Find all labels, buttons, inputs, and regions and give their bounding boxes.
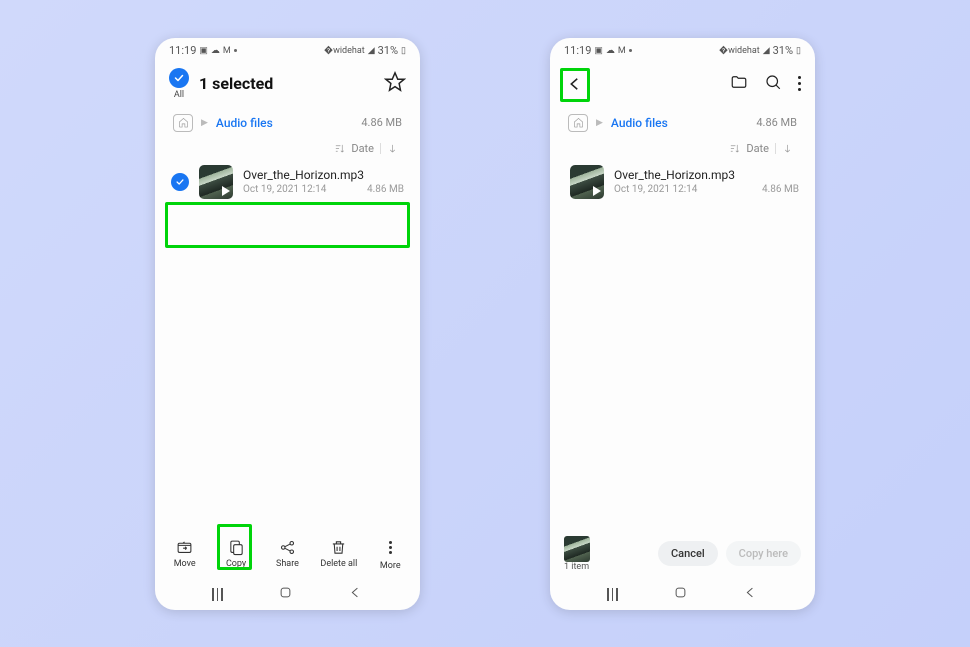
picture-icon: ▣ xyxy=(594,46,603,56)
chevron-right-icon: ▶ xyxy=(201,118,208,128)
all-label: All xyxy=(174,90,184,100)
selection-header: All 1 selected xyxy=(155,60,420,108)
status-time: 11:19 xyxy=(169,44,196,57)
file-meta: Over_the_Horizon.mp3 Oct 19, 2021 12:14 … xyxy=(243,168,404,195)
nav-bar xyxy=(155,580,420,610)
cloud-icon: ☁ xyxy=(606,46,615,56)
divider xyxy=(380,143,381,154)
delete-button[interactable]: Delete all xyxy=(315,539,363,569)
nav-back[interactable] xyxy=(348,585,363,604)
more-button[interactable]: More xyxy=(366,537,414,571)
nav-home[interactable] xyxy=(278,585,293,604)
breadcrumb[interactable]: ▶ Audio files 4.86 MB xyxy=(550,108,815,138)
sort-icon xyxy=(334,143,345,154)
wifi-icon: �widehat xyxy=(324,46,365,56)
delete-label: Delete all xyxy=(320,559,357,569)
sort-label: Date xyxy=(746,142,769,155)
favorite-button[interactable] xyxy=(384,71,406,97)
battery-icon: ▯ xyxy=(796,46,801,56)
dot-icon xyxy=(234,49,237,52)
nav-back[interactable] xyxy=(743,585,758,604)
chevron-right-icon: ▶ xyxy=(596,118,603,128)
status-battery: 31% xyxy=(773,44,793,57)
file-meta: Over_the_Horizon.mp3 Oct 19, 2021 12:14 … xyxy=(614,168,799,195)
spacer xyxy=(155,204,420,528)
phone-right: 11:19 ▣ ☁ M �widehat ◢ 31% ▯ xyxy=(550,38,815,610)
paste-bar: 1 item Cancel Copy here xyxy=(550,528,815,580)
breadcrumb[interactable]: ▶ Audio files 4.86 MB xyxy=(155,108,420,138)
copy-label: Copy xyxy=(226,559,246,569)
cloud-icon: ☁ xyxy=(211,46,220,56)
new-folder-button[interactable] xyxy=(730,73,748,95)
file-name: Over_the_Horizon.mp3 xyxy=(243,168,404,182)
sort-label: Date xyxy=(351,142,374,155)
nav-home[interactable] xyxy=(673,585,688,604)
breadcrumb-label[interactable]: Audio files xyxy=(216,116,273,130)
clipboard-thumbnail xyxy=(564,536,590,562)
picture-icon: ▣ xyxy=(199,46,208,56)
signal-icon: ◢ xyxy=(763,46,770,56)
file-thumbnail xyxy=(199,165,233,199)
share-button[interactable]: Share xyxy=(263,539,311,569)
move-label: Move xyxy=(174,559,196,569)
search-button[interactable] xyxy=(764,73,782,95)
divider xyxy=(775,143,776,154)
copy-button[interactable]: Copy xyxy=(212,539,260,569)
arrow-down-icon xyxy=(782,143,793,154)
file-name: Over_the_Horizon.mp3 xyxy=(614,168,799,182)
clipboard-count: 1 item xyxy=(564,562,589,572)
breadcrumb-size: 4.86 MB xyxy=(361,116,402,129)
file-size: 4.86 MB xyxy=(762,184,799,195)
sort-icon xyxy=(729,143,740,154)
file-row[interactable]: Over_the_Horizon.mp3 Oct 19, 2021 12:14 … xyxy=(550,160,815,204)
back-button[interactable] xyxy=(564,75,586,93)
status-bar: 11:19 ▣ ☁ M �widehat ◢ 31% ▯ xyxy=(550,38,815,60)
cancel-button[interactable]: Cancel xyxy=(658,541,718,566)
file-size: 4.86 MB xyxy=(367,184,404,195)
spacer xyxy=(550,204,815,528)
move-button[interactable]: Move xyxy=(161,539,209,569)
status-time: 11:19 xyxy=(564,44,591,57)
wifi-icon: �widehat xyxy=(719,46,760,56)
battery-icon: ▯ xyxy=(401,46,406,56)
breadcrumb-size: 4.86 MB xyxy=(756,116,797,129)
mail-icon: M xyxy=(618,46,626,56)
menu-button[interactable] xyxy=(798,76,801,91)
file-selected-check[interactable] xyxy=(171,173,189,191)
file-thumbnail xyxy=(570,165,604,199)
home-icon[interactable] xyxy=(568,114,588,132)
more-label: More xyxy=(380,561,401,571)
status-battery: 31% xyxy=(378,44,398,57)
nav-recents[interactable] xyxy=(607,588,618,601)
more-icon xyxy=(389,537,392,558)
nav-bar xyxy=(550,580,815,610)
breadcrumb-label[interactable]: Audio files xyxy=(611,116,668,130)
status-bar: 11:19 ▣ ☁ M �widehat ◢ 31% ▯ xyxy=(155,38,420,60)
check-icon xyxy=(169,68,189,88)
signal-icon: ◢ xyxy=(368,46,375,56)
action-bar: Move Copy Share Delete all More xyxy=(155,528,420,580)
copy-here-button[interactable]: Copy here xyxy=(726,541,801,566)
arrow-down-icon xyxy=(387,143,398,154)
select-all-button[interactable]: All xyxy=(169,68,189,100)
header xyxy=(550,60,815,108)
sort-row[interactable]: Date xyxy=(155,138,420,160)
file-date: Oct 19, 2021 12:14 xyxy=(243,184,326,195)
phone-left: 11:19 ▣ ☁ M �widehat ◢ 31% ▯ All 1 selec… xyxy=(155,38,420,610)
selection-title: 1 selected xyxy=(199,74,384,93)
dot-icon xyxy=(629,49,632,52)
file-date: Oct 19, 2021 12:14 xyxy=(614,184,697,195)
home-icon[interactable] xyxy=(173,114,193,132)
sort-row[interactable]: Date xyxy=(550,138,815,160)
mail-icon: M xyxy=(223,46,231,56)
file-row[interactable]: Over_the_Horizon.mp3 Oct 19, 2021 12:14 … xyxy=(155,160,420,204)
share-label: Share xyxy=(276,559,299,569)
nav-recents[interactable] xyxy=(212,588,223,601)
